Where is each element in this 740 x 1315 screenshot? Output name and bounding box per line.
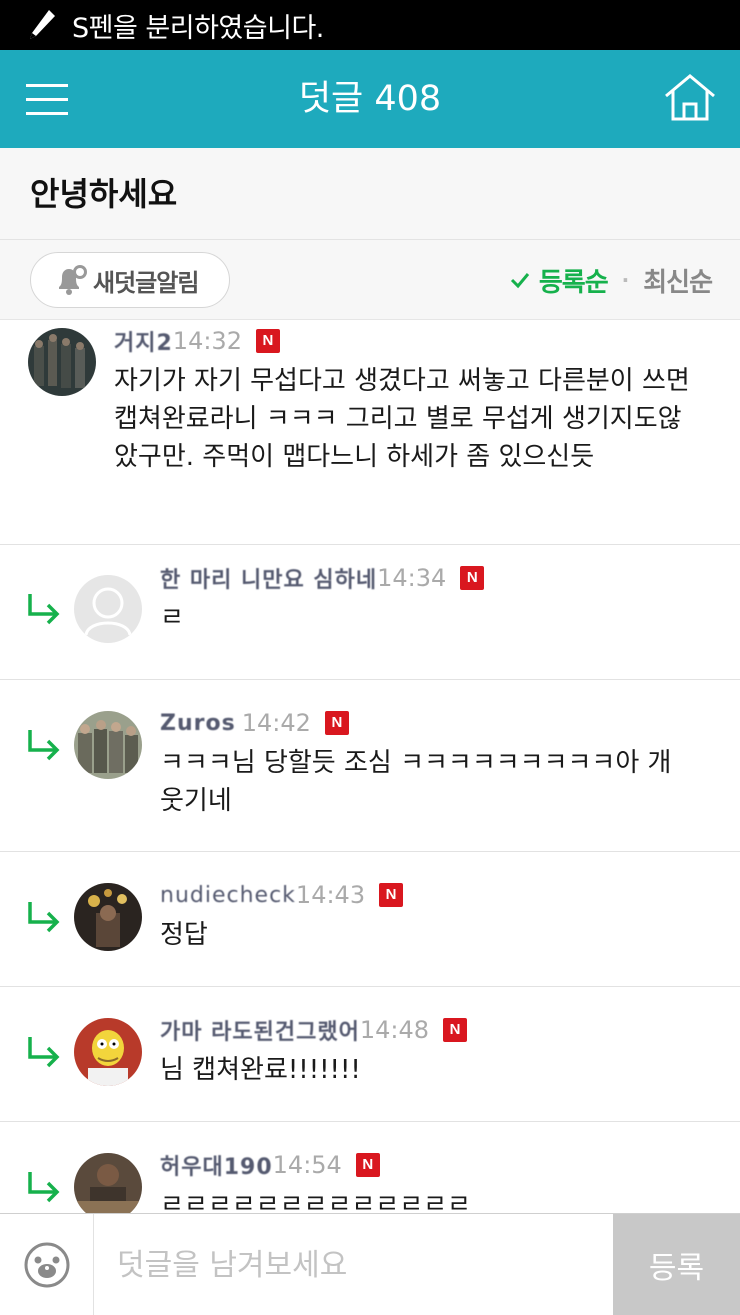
new-badge: N: [443, 1018, 467, 1042]
new-badge: N: [324, 711, 349, 735]
check-icon: [510, 273, 530, 289]
comment-meta: nudiecheck 14:43 N: [160, 878, 404, 912]
home-icon[interactable]: [662, 72, 718, 124]
comment-item: 허우대190 14:54 N ㄹㄹㄹㄹㄹㄹㄹㄹㄹㄹㄹㄹㄹ: [0, 1122, 740, 1213]
app-bar: 덧글 408: [0, 50, 740, 148]
comment-meta: Zuros 14:42 N: [160, 706, 349, 740]
nickname[interactable]: nudiecheck: [160, 883, 296, 908]
pen-icon: [22, 5, 62, 45]
comment-text: 님 캡쳐완료!!!!!!!: [160, 1055, 361, 1085]
new-badge: N: [355, 1153, 380, 1177]
post-title-bar: 안녕하세요: [0, 148, 740, 240]
comment-text: 자기가 자기 무섭다고 생겼다고 써놓고 다른분이 쓰면 캡쳐완료라니 ㅋㅋㅋ …: [114, 366, 690, 472]
comment-text: 정답: [160, 920, 208, 950]
sort-separator: ·: [621, 268, 630, 292]
comment-item: nudiecheck 14:43 N 정답: [0, 852, 740, 987]
alarm-label: 새덧글알림: [93, 268, 199, 297]
reply-arrow-icon: [28, 1172, 60, 1203]
status-message: S펜을 분리하였습니다.: [72, 12, 324, 44]
sort-options: 등록순 · 최신순: [509, 240, 713, 320]
comment-input-bar: 등록: [0, 1213, 740, 1315]
sort-by-registered[interactable]: 등록순: [539, 262, 609, 299]
comment-item: Zuros 14:42 N ㅋㅋㅋ님 당할듯 조심 ㅋㅋㅋㅋㅋㅋㅋㅋㅋ아 개웃기…: [0, 680, 740, 852]
comment-text: ㄹㄹㄹㄹㄹㄹㄹㄹㄹㄹㄹㄹㄹ: [160, 1190, 471, 1213]
emoticon-icon: [24, 1242, 69, 1288]
nickname[interactable]: 허우대190: [160, 1149, 273, 1181]
avatar[interactable]: [74, 1018, 142, 1086]
comment-meta: 한 마리 니만요 심하네 14:34 N: [160, 561, 485, 595]
comment-item: 거지2 14:32 N 자기가 자기 무섭다고 생겼다고 써놓고 다른분이 쓰면…: [0, 320, 740, 545]
comment-meta: 가마 라도된건그랬어 14:48 N: [160, 1013, 467, 1047]
avatar[interactable]: [74, 883, 142, 951]
nickname[interactable]: 한 마리 니만요 심하네: [160, 562, 377, 594]
avatar[interactable]: [74, 1153, 142, 1213]
reply-arrow-icon: [28, 1037, 60, 1068]
new-badge: N: [460, 566, 485, 590]
comment-text: ㄹ: [160, 603, 184, 633]
comment-time: 14:54: [272, 1151, 342, 1179]
comment-time: 14:48: [359, 1016, 429, 1044]
comment-meta: 거지2 14:32 N: [114, 324, 280, 358]
sort-by-latest[interactable]: 최신순: [643, 262, 713, 299]
comment-toolbar: 새덧글알림 등록순 · 최신순: [0, 240, 740, 320]
comment-item: 가마 라도된건그랬어 14:48 N 님 캡쳐완료!!!!!!!: [0, 987, 740, 1122]
comment-list: 거지2 14:32 N 자기가 자기 무섭다고 생겼다고 써놓고 다른분이 쓰면…: [0, 320, 740, 1213]
comment-text: ㅋㅋㅋ님 당할듯 조심 ㅋㅋㅋㅋㅋㅋㅋㅋㅋ아 개웃기네: [160, 748, 672, 816]
post-title: 안녕하세요: [30, 175, 178, 213]
nickname[interactable]: 가마 라도된건그랬어: [160, 1014, 360, 1046]
reply-arrow-icon: [28, 594, 60, 625]
emoticon-button[interactable]: [0, 1214, 94, 1315]
avatar[interactable]: [28, 328, 96, 396]
bell-icon: [59, 265, 87, 295]
comment-input[interactable]: [95, 1214, 613, 1315]
submit-comment-button[interactable]: 등록: [613, 1214, 740, 1315]
status-bar: S펜을 분리하였습니다.: [0, 0, 740, 50]
new-badge: N: [379, 883, 404, 907]
new-badge: N: [255, 329, 280, 353]
comment-time: 14:32: [172, 327, 242, 355]
comment-item: 한 마리 니만요 심하네 14:34 N ㄹ: [0, 545, 740, 680]
nickname[interactable]: 거지2: [114, 325, 173, 357]
avatar[interactable]: [74, 711, 142, 779]
comment-time: 14:34: [377, 564, 447, 592]
page-title: 덧글 408: [298, 79, 442, 119]
comment-time: 14:43: [295, 881, 366, 909]
nickname[interactable]: Zuros: [160, 711, 236, 736]
comment-time: 14:42: [241, 709, 311, 737]
comment-meta: 허우대190 14:54 N: [160, 1148, 380, 1182]
reply-arrow-icon: [28, 902, 60, 933]
reply-arrow-icon: [28, 730, 60, 761]
avatar[interactable]: [74, 575, 142, 643]
new-comment-alarm-button[interactable]: 새덧글알림: [30, 252, 230, 308]
